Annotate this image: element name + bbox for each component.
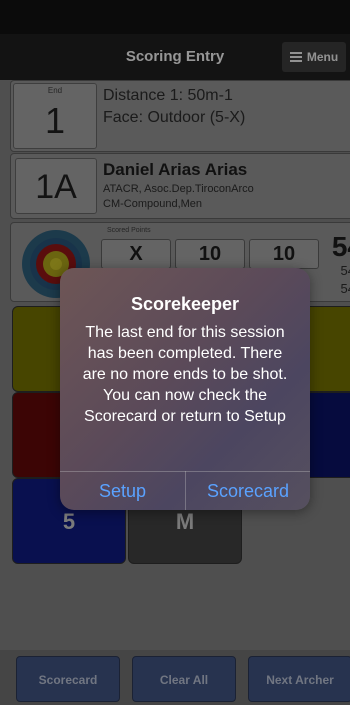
alert-scorecard-button[interactable]: Scorecard (186, 471, 310, 510)
scorekeeper-alert: Scorekeeper The last end for this sessio… (60, 268, 310, 510)
alert-setup-button[interactable]: Setup (60, 471, 185, 510)
alert-title: Scorekeeper (130, 294, 240, 314)
alert-message: The last end for this session has been c… (82, 324, 288, 425)
